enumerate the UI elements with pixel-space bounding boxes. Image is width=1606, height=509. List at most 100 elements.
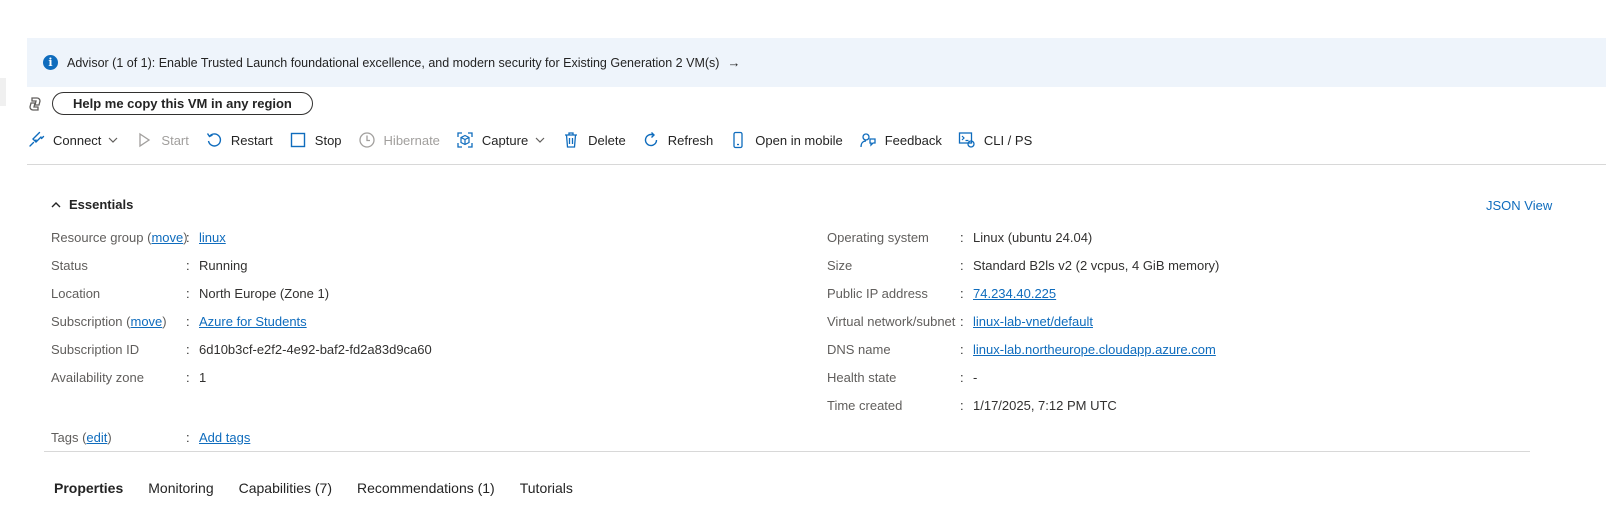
subscription-link[interactable]: Azure for Students <box>199 314 307 329</box>
tab-recommendations[interactable]: Recommendations (1) <box>357 480 495 496</box>
cli-icon <box>958 132 975 148</box>
left-edge-stub <box>0 78 6 106</box>
dns-link[interactable]: linux-lab.northeurope.cloudapp.azure.com <box>973 342 1216 357</box>
size-label: Size <box>827 257 853 273</box>
subscription-row: Subscription (move) : Azure for Students <box>51 313 307 329</box>
essentials-left-column: Resource group (move) : linux Status : R… <box>51 223 432 391</box>
health-label: Health state <box>827 369 897 385</box>
chevron-up-icon <box>51 201 61 207</box>
connect-label: Connect <box>53 132 102 148</box>
delete-label: Delete <box>588 132 626 148</box>
refresh-icon <box>644 132 657 147</box>
tags-label: Tags (edit) <box>51 429 112 445</box>
delete-button[interactable]: Delete <box>562 131 626 149</box>
availability-zone-value: 1 <box>199 369 207 385</box>
tags-edit-link[interactable]: edit <box>86 430 107 445</box>
subscription-id-row: Subscription ID : 6d10b3cf-e2f2-4e92-baf… <box>51 341 432 357</box>
start-label: Start <box>161 132 189 148</box>
chevron-down-icon <box>108 137 118 143</box>
tab-properties[interactable]: Properties <box>54 480 123 496</box>
public-ip-label: Public IP address <box>827 285 928 301</box>
status-value: Running <box>199 257 248 273</box>
info-icon: i <box>43 55 58 70</box>
tab-bar: Properties Monitoring Capabilities (7) R… <box>54 480 598 496</box>
os-row: Operating system : Linux (ubuntu 24.04) <box>827 229 1093 245</box>
restart-button[interactable]: Restart <box>205 131 273 149</box>
os-value: Linux (ubuntu 24.04) <box>973 229 1093 245</box>
advisor-banner: i Advisor (1 of 1): Enable Trusted Launc… <box>27 38 1606 87</box>
plug-icon <box>29 131 45 147</box>
time-created-label: Time created <box>827 397 903 413</box>
dns-label: DNS name <box>827 341 891 357</box>
help-copy-vm-button[interactable]: Help me copy this VM in any region <box>52 92 313 115</box>
capture-button[interactable]: Capture <box>456 131 546 149</box>
tab-monitoring[interactable]: Monitoring <box>148 480 213 496</box>
public-ip-link[interactable]: 74.234.40.225 <box>973 286 1056 301</box>
play-icon <box>139 132 151 148</box>
resource-group-label: Resource group (move) <box>51 229 188 245</box>
capture-label: Capture <box>481 132 529 148</box>
add-tags-link[interactable]: Add tags <box>199 430 250 445</box>
status-row: Status : Running <box>51 257 248 273</box>
capture-icon <box>457 132 473 148</box>
chevron-down-icon <box>535 137 545 143</box>
hibernate-button[interactable]: Hibernate <box>358 131 440 149</box>
arrow-right-icon[interactable]: → <box>727 55 740 70</box>
tab-tutorials[interactable]: Tutorials <box>520 480 573 496</box>
size-value: Standard B2ls v2 (2 vcpus, 4 GiB memory) <box>973 257 1220 273</box>
advisor-link[interactable]: Advisor (1 of 1): Enable Trusted Launch … <box>67 56 719 70</box>
availability-zone-label: Availability zone <box>51 369 144 385</box>
stop-button[interactable]: Stop <box>289 131 342 149</box>
subscription-id-label: Subscription ID <box>51 341 140 357</box>
refresh-button[interactable]: Refresh <box>642 131 714 149</box>
stop-icon <box>290 132 305 148</box>
vnet-label: Virtual network/subnet <box>827 313 956 329</box>
time-created-value: 1/17/2025, 7:12 PM UTC <box>973 397 1117 413</box>
stop-label: Stop <box>314 132 342 148</box>
status-label: Status <box>51 257 88 273</box>
open-in-mobile-button[interactable]: Open in mobile <box>729 131 843 149</box>
hibernate-icon <box>358 132 375 148</box>
resource-group-link[interactable]: linux <box>199 230 226 245</box>
trash-icon <box>565 132 578 148</box>
resource-group-move-link[interactable]: move <box>151 230 183 245</box>
subscription-label: Subscription (move) <box>51 313 167 329</box>
dns-row: DNS name : linux-lab.northeurope.cloudap… <box>827 341 1216 357</box>
time-created-row: Time created : 1/17/2025, 7:12 PM UTC <box>827 397 1117 413</box>
command-toolbar: Connect Start Restart Stop Hibernate Cap… <box>27 127 1048 153</box>
essentials-right-column: Operating system : Linux (ubuntu 24.04) … <box>827 223 1219 419</box>
os-label: Operating system <box>827 229 929 245</box>
toolbar-divider <box>27 164 1606 165</box>
start-button[interactable]: Start <box>135 131 189 149</box>
location-value: North Europe (Zone 1) <box>199 285 330 301</box>
hibernate-label: Hibernate <box>383 132 440 148</box>
tags-row: Tags (edit) : Add tags <box>51 429 251 445</box>
json-view-link[interactable]: JSON View <box>1486 198 1552 213</box>
tab-capabilities[interactable]: Capabilities (7) <box>239 480 332 496</box>
feedback-button[interactable]: Feedback <box>859 131 942 149</box>
feedback-label: Feedback <box>884 132 942 148</box>
resource-group-row: Resource group (move) : linux <box>51 229 226 245</box>
health-row: Health state : - <box>827 369 978 385</box>
vnet-row: Virtual network/subnet : linux-lab-vnet/… <box>827 313 1093 329</box>
restart-label: Restart <box>230 132 273 148</box>
size-row: Size : Standard B2ls v2 (2 vcpus, 4 GiB … <box>827 257 1220 273</box>
mobile-icon <box>733 131 743 149</box>
subscription-id-value: 6d10b3cf-e2f2-4e92-baf2-fd2a83d9ca60 <box>199 341 432 357</box>
essentials-toggle[interactable]: Essentials <box>50 197 133 212</box>
vnet-link[interactable]: linux-lab-vnet/default <box>973 314 1093 329</box>
public-ip-row: Public IP address : 74.234.40.225 <box>827 285 1057 301</box>
copilot-icon[interactable] <box>27 96 43 112</box>
availability-zone-row: Availability zone : 1 <box>51 369 207 385</box>
health-value: - <box>973 369 978 385</box>
refresh-label: Refresh <box>667 132 714 148</box>
location-row: Location : North Europe (Zone 1) <box>51 285 330 301</box>
cli-ps-label: CLI / PS <box>983 132 1033 148</box>
open-in-mobile-label: Open in mobile <box>755 132 843 148</box>
feedback-icon <box>860 133 876 148</box>
cli-ps-button[interactable]: CLI / PS <box>958 131 1032 149</box>
connect-button[interactable]: Connect <box>27 131 119 149</box>
location-label: Location <box>51 285 101 301</box>
essentials-title: Essentials <box>69 197 134 212</box>
subscription-move-link[interactable]: move <box>131 314 163 329</box>
